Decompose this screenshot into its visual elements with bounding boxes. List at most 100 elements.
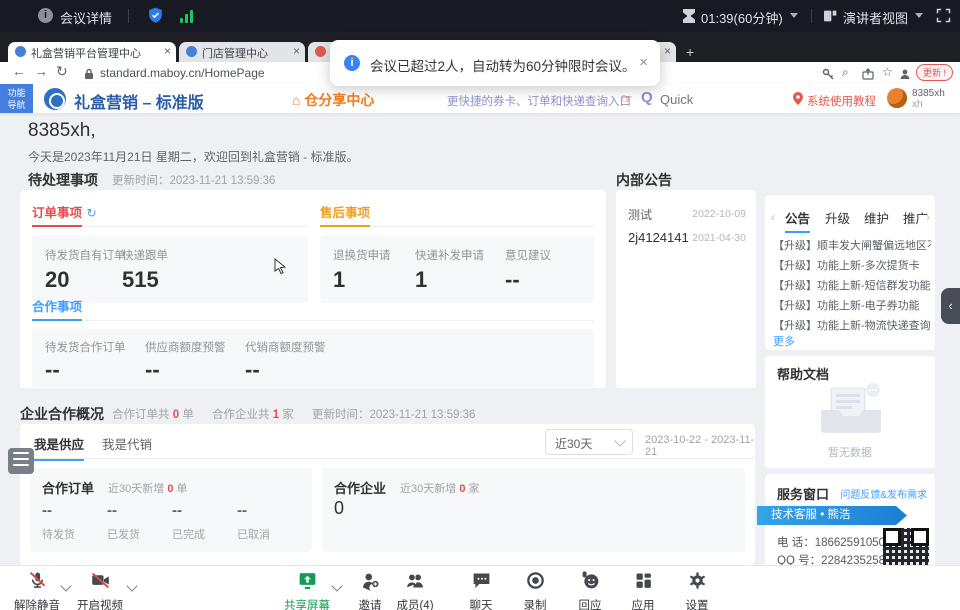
news-item[interactable]: 【升级】顺丰发大闸蟹偏远地区不成功问... xyxy=(773,237,931,253)
coop-tab[interactable]: 合作事项 xyxy=(32,296,82,321)
news-item[interactable]: 【升级】功能上新-电子券功能 xyxy=(773,297,931,313)
stat-value[interactable]: 1 xyxy=(415,267,427,293)
news-tab-upgrade[interactable]: 升级 xyxy=(825,208,850,227)
stat-value[interactable]: -- xyxy=(505,267,520,293)
share-icon[interactable] xyxy=(862,68,874,80)
forward-icon[interactable]: → xyxy=(34,63,48,79)
coop-tabs-row: 我是供应 我是代销 近30天 2023-10-22 - 2023-11-21 xyxy=(20,424,755,459)
tab-agent[interactable]: 我是代销 xyxy=(102,434,152,453)
toast-text: 会议已超过2人，自动转为60分钟限时会议。 xyxy=(370,55,636,75)
floating-list-widget[interactable] xyxy=(8,448,34,474)
company-total-prefix: 合作企业共 xyxy=(212,409,270,421)
announcement-item[interactable]: 2j4124141 xyxy=(628,230,689,245)
date-range: 2023-10-22 - 2023-11-21 xyxy=(645,434,755,458)
service-heading: 服务窗口 xyxy=(777,484,829,503)
nav-label-line1: 功能 xyxy=(7,88,25,98)
news-more-link[interactable]: 更多 xyxy=(773,333,795,349)
news-tab-promo[interactable]: 推广 xyxy=(903,208,928,227)
chevron-down-icon xyxy=(614,435,625,446)
news-prev-icon[interactable]: ‹ xyxy=(771,210,775,224)
tab-supplier[interactable]: 我是供应 xyxy=(34,434,84,461)
browser-tab[interactable]: 门店管理中心 × xyxy=(179,42,305,62)
stat-value: -- xyxy=(107,502,117,519)
user-name[interactable]: 8385xh xh xyxy=(912,88,945,110)
stat-value[interactable]: 1 xyxy=(333,267,345,293)
stat-value[interactable]: 515 xyxy=(122,267,159,293)
bookmark-star-icon[interactable]: ☆ xyxy=(882,65,893,79)
coop-stats-box: 待发货合作订单 -- 供应商额度预警 -- 代销商额度预警 -- xyxy=(32,329,594,389)
panel-collapse-handle[interactable]: ‹ xyxy=(941,288,960,324)
quick-search-input[interactable] xyxy=(658,91,742,108)
coop-updated: 更新时间：2023-11-21 13:59:36 xyxy=(312,406,475,422)
back-icon[interactable]: ← xyxy=(12,63,26,79)
range-select[interactable]: 近30天 xyxy=(545,429,633,455)
settings-button[interactable]: 设置 xyxy=(665,570,729,610)
stat-value[interactable]: -- xyxy=(45,357,60,383)
toast-close-icon[interactable]: × xyxy=(639,54,648,71)
news-item[interactable]: 【升级】功能上新-物流快递查询 xyxy=(773,317,931,333)
meeting-info-icon[interactable]: i xyxy=(38,8,53,23)
stat-label: 快递补发申请 xyxy=(415,247,484,263)
order-tab[interactable]: 订单事项 xyxy=(32,202,82,227)
meeting-details-button[interactable]: 会议详情 xyxy=(60,8,112,27)
url-text[interactable]: standard.maboy.cn/HomePage xyxy=(100,66,265,80)
stat-value[interactable]: 20 xyxy=(45,267,69,293)
tutorial-link[interactable]: 系统使用教程 xyxy=(807,93,876,109)
toolbar-label: 成员(4) xyxy=(383,597,447,610)
start-video-button[interactable]: 开启视频 xyxy=(68,570,132,610)
toast-info-icon: i xyxy=(344,55,360,71)
chat-icon xyxy=(471,570,492,591)
refresh-icon[interactable]: ↻ xyxy=(86,206,96,220)
share-center-link[interactable]: ⌂ 仓分享中心 xyxy=(292,90,374,110)
profile-icon[interactable] xyxy=(899,68,911,80)
browser-update-button[interactable]: 更新 ! xyxy=(916,64,953,81)
lock-icon[interactable] xyxy=(84,68,94,80)
stat-label: 待发货合作订单 xyxy=(45,339,126,355)
network-signal-icon[interactable] xyxy=(180,9,194,23)
key-icon[interactable] xyxy=(822,68,834,80)
security-shield-icon[interactable] xyxy=(146,6,165,25)
toolbar-label: 开启视频 xyxy=(68,597,132,610)
news-item[interactable]: 【升级】功能上新-多次提货卡 xyxy=(773,257,931,273)
news-item[interactable]: 【升级】功能上新-短信群发功能 xyxy=(773,277,931,293)
service-card: 服务窗口 问题反馈&发布需求 技术客服 • 熊浩 电 话：18662591050… xyxy=(765,474,935,575)
mic-off-icon xyxy=(27,570,48,591)
tab-close-icon[interactable]: × xyxy=(164,44,171,58)
news-tab-announce[interactable]: 公告 xyxy=(785,208,810,233)
timer-dropdown-caret[interactable] xyxy=(790,13,798,18)
view-mode-selector[interactable]: 演讲者视图 xyxy=(843,8,908,27)
stat-value[interactable]: -- xyxy=(245,357,260,383)
members-button[interactable]: 成员(4) xyxy=(383,570,447,610)
tab-close-icon[interactable]: × xyxy=(293,44,300,58)
browser-tab[interactable]: 礼盒营销平台管理中心 × xyxy=(8,42,176,62)
meeting-toolbar: 解除静音 开启视频 共享屏幕 xyxy=(0,565,960,610)
function-nav-toggle[interactable]: 功能 导航 xyxy=(0,84,33,113)
greeting-title: 8385xh, xyxy=(28,120,96,142)
news-tab-maintain[interactable]: 维护 xyxy=(864,208,889,227)
zoom-icon[interactable]: ⌕ xyxy=(842,65,849,80)
stat-label: 待发货自有订单 xyxy=(45,247,126,263)
announcement-item[interactable]: 测试 xyxy=(628,206,652,223)
news-next-icon[interactable]: › xyxy=(926,210,930,224)
tab-close-icon[interactable]: × xyxy=(664,44,671,58)
aftersale-tab[interactable]: 售后事项 xyxy=(320,202,370,227)
user-avatar[interactable] xyxy=(887,88,907,108)
fullscreen-icon[interactable] xyxy=(936,8,951,23)
feedback-link[interactable]: 问题反馈&发布需求 xyxy=(840,486,927,501)
share-screen-button[interactable]: 共享屏幕 xyxy=(275,570,339,610)
new-suffix: 单 xyxy=(177,483,188,495)
reaction-smiley-icon xyxy=(580,570,601,591)
reload-icon[interactable]: ↻ xyxy=(56,63,68,80)
pending-heading: 待处理事项 xyxy=(28,170,98,190)
apps-grid-icon xyxy=(633,570,654,591)
stat-value[interactable]: -- xyxy=(145,357,160,383)
companies-title: 合作企业 xyxy=(334,478,386,497)
divider xyxy=(128,9,129,23)
stat-label: 意见建议 xyxy=(505,247,551,263)
unmute-button[interactable]: 解除静音 xyxy=(5,570,69,610)
screen: i 会议详情 01:39(60分钟) 演讲者视图 ˅ − □ × 礼 xyxy=(0,0,960,610)
new-tab-icon[interactable]: + xyxy=(686,44,694,60)
view-dropdown-caret[interactable] xyxy=(915,13,923,18)
search-icon[interactable]: Q xyxy=(641,89,653,106)
cooperation-card: 我是供应 我是代销 近30天 2023-10-22 - 2023-11-21 合… xyxy=(20,424,755,565)
